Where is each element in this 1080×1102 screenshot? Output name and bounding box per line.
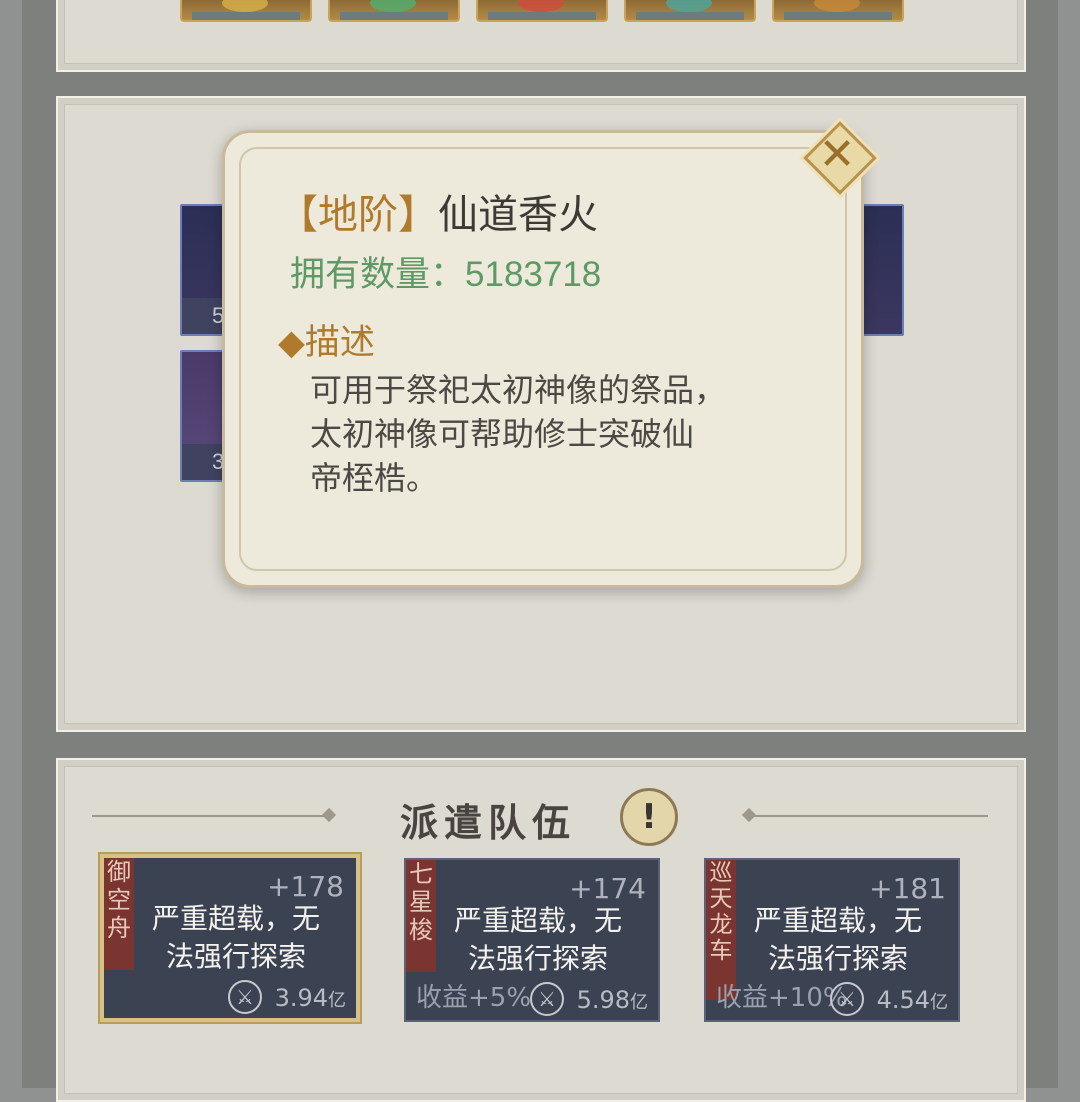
count-label: 拥有数量： bbox=[290, 255, 466, 295]
message-line: 法强行探索 bbox=[767, 942, 908, 975]
description-text: 可用于祭祀太初神像的祭品， 太初神像可帮助修士突破仙 帝桎梏。 bbox=[310, 368, 810, 500]
team-card-3[interactable]: 巡天龙车 +181 严重超载，无 法强行探索 收益+10% ⚔ 4.54亿 bbox=[704, 858, 960, 1022]
description-heading: ◆描述 bbox=[278, 323, 375, 363]
message-line: 严重超载，无 bbox=[151, 902, 320, 935]
orb-icon bbox=[814, 0, 860, 12]
overload-message: 严重超载，无 法强行探索 bbox=[124, 900, 348, 976]
resource-slot-2[interactable] bbox=[328, 0, 460, 22]
orb-icon bbox=[666, 0, 712, 12]
resource-slot-1[interactable] bbox=[180, 0, 312, 22]
orb-icon bbox=[222, 0, 268, 12]
power-icon: ⚔ bbox=[228, 980, 262, 1014]
description-line: 帝桎梏。 bbox=[310, 459, 439, 497]
item-name: 仙道香火 bbox=[438, 192, 598, 238]
power-unit: 亿 bbox=[930, 992, 948, 1013]
description-line: 太初神像可帮助修士突破仙 bbox=[310, 415, 695, 453]
power-unit: 亿 bbox=[328, 990, 346, 1011]
capacity-bonus: +174 bbox=[569, 872, 646, 905]
message-line: 严重超载，无 bbox=[453, 904, 622, 937]
power-total: 5.98亿 bbox=[577, 986, 648, 1014]
team-title: 派遣队伍 bbox=[400, 800, 577, 845]
message-line: 严重超载，无 bbox=[753, 904, 922, 937]
divider bbox=[752, 815, 988, 817]
warning-icon[interactable]: ! bbox=[620, 788, 678, 846]
message-line: 法强行探索 bbox=[165, 940, 306, 973]
resource-panel bbox=[56, 0, 1026, 72]
close-button[interactable]: ✕ bbox=[802, 120, 877, 195]
resource-slot-4[interactable] bbox=[624, 0, 756, 22]
item-title: 【地阶】仙道香火 bbox=[278, 182, 598, 240]
count-value: 5183718 bbox=[465, 255, 602, 294]
resource-slot-3[interactable] bbox=[476, 0, 608, 22]
resource-slot-5[interactable] bbox=[772, 0, 904, 22]
close-icon: ✕ bbox=[818, 129, 856, 180]
team-card-2[interactable]: 七星梭 +174 严重超载，无 法强行探索 收益+5% ⚔ 5.98亿 bbox=[404, 858, 660, 1022]
item-count-line: 拥有数量：5183718 bbox=[290, 246, 601, 297]
message-line: 法强行探索 bbox=[467, 942, 608, 975]
capacity-bonus: +181 bbox=[869, 872, 946, 905]
power-value: 5.98 bbox=[576, 986, 630, 1014]
power-value: 3.94 bbox=[274, 984, 328, 1012]
power-value: 4.54 bbox=[876, 986, 930, 1014]
description-line: 可用于祭祀太初神像的祭品， bbox=[310, 371, 727, 409]
income-bonus: 收益+5% bbox=[416, 983, 532, 1013]
divider bbox=[92, 815, 328, 817]
power-unit: 亿 bbox=[630, 992, 648, 1013]
item-rank: 【地阶】 bbox=[278, 192, 438, 238]
power-icon: ⚔ bbox=[530, 982, 564, 1016]
power-icon: ⚔ bbox=[830, 982, 864, 1016]
income-bonus: 收益+10% bbox=[716, 983, 848, 1013]
power-total: 4.54亿 bbox=[877, 986, 948, 1014]
overload-message: 严重超载，无 法强行探索 bbox=[726, 902, 950, 978]
overload-message: 严重超载，无 法强行探索 bbox=[426, 902, 650, 978]
capacity-bonus: +178 bbox=[267, 870, 344, 903]
orb-icon bbox=[370, 0, 416, 12]
power-total: 3.94亿 bbox=[275, 984, 346, 1012]
orb-icon bbox=[518, 0, 564, 12]
team-card-1[interactable]: 御空舟 +178 严重超载，无 法强行探索 ⚔ 3.94亿 bbox=[100, 854, 360, 1022]
